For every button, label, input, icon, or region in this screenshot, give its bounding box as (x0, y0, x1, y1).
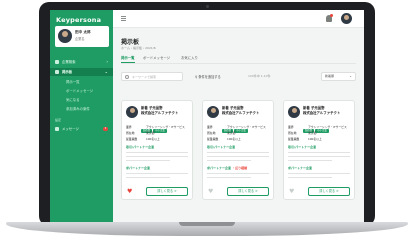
info-row: 業界 アウトソーシング・ITサービス (207, 125, 266, 129)
search-input[interactable]: キーワードで検索 (121, 72, 183, 81)
search-icon (55, 60, 59, 64)
section-heading: 取引/パートナー企業 (207, 145, 236, 149)
text-line (126, 152, 188, 153)
text-line (207, 173, 269, 174)
search-icon (125, 75, 129, 79)
text-line (207, 156, 269, 157)
info-row: 従業員数 100名以上 (126, 137, 160, 141)
company-avatar (126, 106, 138, 118)
text-line (288, 156, 350, 157)
message-icon (55, 127, 59, 131)
profile-name: 田中 太郎 (75, 30, 91, 34)
info-row: 従業員数 100名以上 (288, 137, 322, 141)
text-line (288, 173, 350, 174)
text-line (126, 177, 170, 178)
tab-divider (121, 63, 356, 64)
camera (206, 5, 209, 8)
company-card[interactable]: 新着 子元品野 株式会社アルファテクト 製造業 中小企業 業界 アウトソーシング・IT… (283, 100, 355, 200)
sidebar-item-label: 掲示一覧 (66, 80, 80, 84)
chevron-right-icon: › (106, 59, 108, 64)
main-content: 掲示板 ホーム › 掲示板 › 2021/6 掲示一覧 ボードメッセージ お気に… (113, 28, 364, 223)
text-line (288, 160, 332, 161)
sidebar-item-joined[interactable]: 参加済みの案件 (50, 105, 113, 113)
text-line (207, 177, 251, 178)
breadcrumb[interactable]: ホーム › 掲示板 › 2021/6 (121, 46, 156, 50)
details-button[interactable]: 詳しく見る > (308, 187, 350, 196)
sidebar-item-messages[interactable]: メッセージ 3 (50, 125, 113, 133)
chevron-down-icon: ⌄ (349, 74, 352, 78)
add-filter-button[interactable]: ⚲ 条件を追加する (195, 74, 221, 79)
sort-select[interactable]: 新着順 ⌄ (321, 72, 356, 81)
sidebar-section-label: 設定 (55, 118, 62, 122)
text-line (126, 156, 188, 157)
sidebar-item-label: 参加済みの案件 (66, 107, 90, 111)
sidebar-item-favorites[interactable]: 気になる (50, 96, 113, 104)
laptop-notch (179, 222, 235, 226)
text-line (288, 152, 350, 153)
top-bar (113, 10, 364, 28)
urgent-badge: ・反り積極 (232, 166, 248, 170)
text-line (207, 160, 251, 161)
search-placeholder: キーワードで検索 (132, 75, 157, 79)
app-screen: Keypersona 田中 太郎 企業名 企業検索 › 掲示板 ⌄ 掲示一覧 ボ… (50, 10, 364, 223)
app-logo[interactable]: Keypersona (56, 16, 101, 24)
message-count-badge: 3 (103, 127, 108, 131)
company-card[interactable]: 新着 子元品野 株式会社アルファテクト 製造業 中小企業 業界 アウトソーシング・IT… (202, 100, 274, 200)
sidebar-item-board[interactable]: 掲示板 ⌄ (50, 68, 113, 76)
company-card[interactable]: 新着 子元品野 株式会社アルファテクト 製造業 中小企業 業界 アウトソーシング・IT… (121, 100, 193, 200)
menu-icon[interactable] (121, 16, 126, 21)
laptop-mockup: Keypersona 田中 太郎 企業名 企業検索 › 掲示板 ⌄ 掲示一覧 ボ… (0, 0, 414, 241)
info-row: 業界 アウトソーシング・ITサービス (126, 125, 185, 129)
sidebar-item-label: メッセージ (62, 127, 79, 131)
tab-board-list[interactable]: 掲示一覧 (121, 55, 135, 63)
user-avatar[interactable] (341, 13, 352, 24)
notification-dot (330, 14, 333, 17)
chevron-down-icon: ⌄ (104, 69, 108, 74)
sidebar-item-label: 掲示板 (62, 70, 73, 74)
text-line (288, 177, 332, 178)
company-name: 新着 子元品野 株式会社アルファテクト (222, 106, 260, 115)
profile-company: 企業名 (75, 37, 85, 41)
sidebar-item-board-messages[interactable]: ボードメッセージ (50, 87, 113, 95)
sidebar-item-label: ボードメッセージ (66, 89, 94, 93)
info-row: 所在地 東京都 (288, 131, 317, 135)
section-heading: 求パートナー企業 (126, 166, 151, 170)
sidebar-item-board-list[interactable]: 掲示一覧 (50, 78, 113, 86)
section-heading: 求パートナー企業 ・反り積極 (207, 166, 248, 170)
profile-card[interactable]: 田中 太郎 企業名 (55, 26, 109, 47)
company-name: 新着 子元品野 株式会社アルファテクト (303, 106, 341, 115)
info-row: 従業員数 100名以上 (207, 137, 241, 141)
section-heading: 取引/パートナー企業 (288, 145, 317, 149)
heart-icon[interactable]: ♥ (127, 189, 132, 195)
company-avatar (207, 106, 219, 118)
tab-favorites[interactable]: お気に入り (181, 55, 198, 60)
page-title: 掲示板 (121, 39, 140, 46)
sidebar: Keypersona 田中 太郎 企業名 企業検索 › 掲示板 ⌄ 掲示一覧 ボ… (50, 10, 113, 223)
sidebar-item-label: 企業検索 (62, 60, 76, 64)
heart-icon[interactable]: ♥ (289, 189, 294, 195)
details-button[interactable]: 詳しく見る > (227, 187, 269, 196)
company-name: 新着 子元品野 株式会社アルファテクト (141, 106, 179, 115)
info-row: 所在地 東京都 (126, 131, 155, 135)
details-button[interactable]: 詳しく見る > (146, 187, 188, 196)
board-icon (55, 70, 59, 74)
section-heading: 取引/パートナー企業 (126, 145, 155, 149)
avatar (58, 29, 72, 43)
section-heading: 求パートナー企業 (288, 166, 313, 170)
result-count: 100件中 1-10件 (248, 74, 271, 78)
text-line (126, 173, 188, 174)
text-line (126, 160, 170, 161)
tab-board-messages[interactable]: ボードメッセージ (143, 55, 170, 60)
company-avatar (288, 106, 300, 118)
info-row: 所在地 東京都 (207, 131, 236, 135)
text-line (207, 152, 269, 153)
info-row: 業界 アウトソーシング・ITサービス (288, 125, 347, 129)
sidebar-item-company-search[interactable]: 企業検索 › (50, 58, 113, 66)
sidebar-item-label: 気になる (66, 98, 80, 102)
heart-icon[interactable]: ♥ (208, 189, 213, 195)
